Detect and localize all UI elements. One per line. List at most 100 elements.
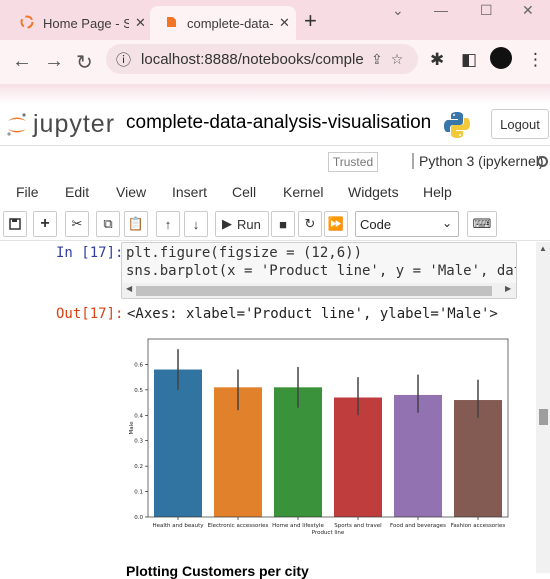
y-tick-label: 0.1: [134, 490, 143, 496]
browser-tab-bar: Home Page - Select ✕ complete-data-analy…: [0, 0, 550, 40]
scrollbar-thumb[interactable]: [136, 286, 492, 296]
new-tab-icon[interactable]: +: [304, 8, 317, 34]
close-tab-icon[interactable]: ✕: [279, 15, 290, 31]
output-text: <Axes: xlabel='Product line', ylabel='Ma…: [127, 306, 498, 322]
bar: [334, 397, 382, 517]
profile-avatar[interactable]: [490, 47, 512, 69]
x-tick-label: Fashion accessories: [451, 523, 506, 529]
x-tick-label: Home and lifestyle: [272, 523, 324, 529]
x-tick-label: Sports and travel: [334, 523, 382, 529]
save-button[interactable]: [3, 211, 27, 237]
close-window-icon[interactable]: ✕: [522, 2, 534, 19]
jupyter-favicon-icon: [20, 15, 34, 32]
y-tick-label: 0.5: [134, 388, 143, 394]
bar: [154, 369, 202, 517]
trusted-indicator[interactable]: Trusted: [328, 152, 378, 172]
markdown-heading: Plotting Customers per city: [126, 563, 309, 579]
scrollbar-thumb[interactable]: [539, 409, 548, 425]
tab-notebook[interactable]: complete-data-analysis ✕: [150, 6, 296, 40]
site-info-icon[interactable]: ⓘ: [116, 49, 131, 70]
move-up-button[interactable]: ↑: [156, 211, 180, 237]
notebook-title[interactable]: complete-data-analysis-visualisation: [126, 112, 431, 134]
cell-type-value: Code: [360, 216, 392, 232]
menu-bar: File Edit View Insert Cell Kernel Widget…: [0, 180, 550, 204]
input-prompt: In [17]:: [56, 245, 124, 261]
forward-icon[interactable]: →: [44, 50, 64, 73]
jupyter-logo[interactable]: jupyter: [6, 110, 115, 139]
close-tab-icon[interactable]: ✕: [135, 15, 146, 31]
bookmark-star-icon[interactable]: ☆: [391, 51, 404, 68]
url-text: localhost:8888/notebooks/complete-data-a…: [141, 50, 364, 68]
fast-forward-icon: ⏩: [327, 216, 345, 231]
code-line: sns.barplot(x = 'Product line', y = 'Mal…: [126, 263, 516, 279]
cell-type-select[interactable]: Code ⌄: [355, 211, 459, 237]
run-label: Run: [237, 216, 261, 232]
menu-help[interactable]: Help: [423, 184, 452, 200]
y-tick-label: 0.0: [134, 515, 143, 521]
header-divider: [0, 145, 550, 146]
move-up-icon: ↑: [164, 216, 172, 232]
menu-file[interactable]: File: [16, 184, 39, 200]
kernel-name[interactable]: Python 3 (ipykernel): [412, 153, 544, 169]
restart-run-all-button[interactable]: ⏩: [324, 211, 348, 237]
x-tick-label: Food and beverages: [390, 523, 446, 529]
menu-edit[interactable]: Edit: [65, 184, 89, 200]
browser-toolbar: ← → ↻ ⓘ localhost:8888/notebooks/complet…: [0, 40, 550, 84]
cut-icon: ✂: [71, 216, 83, 231]
back-icon[interactable]: ←: [12, 50, 32, 73]
notebook-toolbar: + ✂ ⧉ 📋 ↑ ↓ ▶ Run ■ ↻ ⏩ Code ⌄ ⌨: [0, 207, 550, 241]
menu-cell[interactable]: Cell: [232, 184, 256, 200]
add-cell-icon: +: [40, 215, 50, 232]
paste-icon: 📋: [127, 216, 145, 231]
chevron-down-icon: ⌄: [441, 216, 452, 230]
maximize-icon[interactable]: ☐: [480, 2, 493, 19]
horizontal-scrollbar[interactable]: ◀ ▶: [122, 283, 516, 298]
insert-cell-button[interactable]: +: [33, 211, 57, 237]
bar: [394, 394, 442, 517]
barplot-chart: Health and beauty Electronic accessories H…: [129, 338, 509, 536]
output-prompt: Out[17]:: [56, 306, 124, 322]
code-cell-editor[interactable]: plt.figure(figsize = (12,6)) sns.barplot…: [121, 242, 517, 299]
scroll-up-icon[interactable]: ▲: [539, 244, 547, 253]
command-palette-button[interactable]: ⌨: [467, 211, 497, 237]
menu-view[interactable]: View: [116, 184, 146, 200]
y-tick-label: 0.6: [134, 362, 143, 368]
cut-button[interactable]: ✂: [65, 211, 89, 237]
move-down-icon: ↓: [192, 216, 200, 232]
copy-button[interactable]: ⧉: [96, 211, 120, 237]
reload-icon[interactable]: ↻: [76, 50, 93, 75]
move-down-button[interactable]: ↓: [184, 211, 208, 237]
logout-button[interactable]: Logout: [491, 109, 549, 139]
chevron-down-icon[interactable]: ⌄: [392, 2, 404, 19]
scroll-right-icon[interactable]: ▶: [505, 284, 511, 293]
stop-icon: ■: [279, 216, 287, 232]
jupyter-logo-text: jupyter: [33, 110, 116, 138]
run-button[interactable]: ▶ Run: [215, 211, 269, 237]
y-tick-label: 0.4: [134, 413, 143, 419]
page-top-shadow: [0, 84, 550, 104]
y-tick-label: 0.2: [134, 464, 143, 470]
vertical-scrollbar[interactable]: ▲: [536, 242, 550, 573]
scroll-left-icon[interactable]: ◀: [126, 284, 132, 293]
extensions-icon[interactable]: ✱: [430, 50, 444, 70]
minimize-icon[interactable]: —: [434, 2, 448, 18]
save-icon: [9, 218, 21, 230]
share-icon[interactable]: ⇪: [371, 51, 383, 68]
paste-button[interactable]: 📋: [124, 211, 148, 237]
menu-insert[interactable]: Insert: [172, 184, 207, 200]
restart-button[interactable]: ↻: [298, 211, 322, 237]
browser-menu-icon[interactable]: ⋮: [527, 50, 544, 70]
side-panel-icon[interactable]: ◧: [461, 50, 477, 70]
tab-title: Home Page - Select: [43, 15, 129, 31]
jupyter-header: jupyter complete-data-analysis-visualisa…: [0, 104, 550, 144]
copy-icon: ⧉: [103, 216, 113, 231]
notebook-favicon-icon: [164, 15, 178, 32]
menu-widgets[interactable]: Widgets: [348, 184, 399, 200]
x-tick-label: Electronic accessories: [208, 523, 269, 529]
jupyter-logo-icon: [6, 112, 28, 138]
y-axis-label: Male: [129, 421, 135, 435]
address-bar[interactable]: ⓘ localhost:8888/notebooks/complete-data…: [106, 44, 418, 74]
interrupt-button[interactable]: ■: [271, 211, 295, 237]
tab-home-page[interactable]: Home Page - Select ✕: [6, 6, 146, 40]
menu-kernel[interactable]: Kernel: [283, 184, 323, 200]
